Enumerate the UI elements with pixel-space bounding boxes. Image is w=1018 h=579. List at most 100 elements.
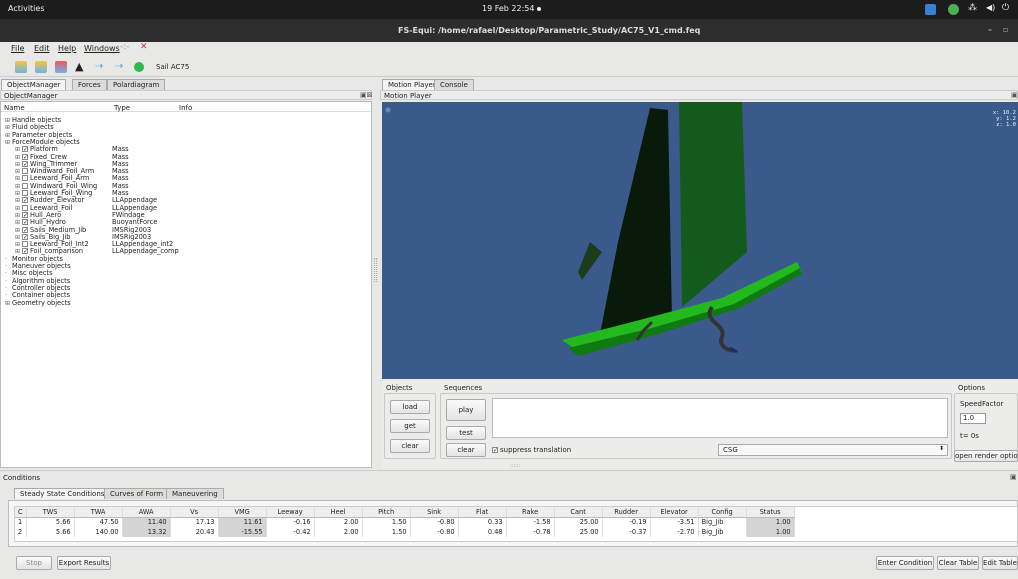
- table-cell[interactable]: -1.58: [506, 517, 555, 527]
- table-cell[interactable]: -0.78: [506, 527, 555, 537]
- tree-item-checkbox[interactable]: ✓: [22, 233, 28, 240]
- tab-polardiagram[interactable]: Polardiagram: [107, 79, 166, 90]
- table-cell[interactable]: 1.00: [746, 517, 795, 527]
- table-cell[interactable]: 5.66: [26, 527, 75, 537]
- table-cell[interactable]: -0.37: [602, 527, 651, 537]
- column-header[interactable]: TWS: [26, 507, 75, 518]
- column-header[interactable]: Leeway: [266, 507, 315, 518]
- reload-icon[interactable]: [55, 61, 67, 73]
- tab-forces[interactable]: Forces: [72, 79, 107, 90]
- table-cell[interactable]: -0.42: [266, 527, 315, 537]
- tree-item-checkbox[interactable]: [22, 241, 28, 248]
- clear-table-button[interactable]: Clear Table: [937, 556, 979, 570]
- column-header[interactable]: Sink: [410, 507, 459, 518]
- table-cell[interactable]: 47.50: [74, 517, 123, 527]
- table-row[interactable]: 2 5.66 140.00 13.32 20.43 -15.55 -0.42 2.00 1.50…: [15, 527, 795, 537]
- table-cell[interactable]: -0.16: [266, 517, 315, 527]
- column-header[interactable]: TWA: [74, 507, 123, 518]
- table-cell[interactable]: -0.80: [410, 527, 459, 537]
- column-header[interactable]: Config: [698, 507, 747, 518]
- table-cell[interactable]: 25.00: [554, 517, 603, 527]
- load-button[interactable]: load: [390, 400, 430, 414]
- minimize-icon[interactable]: –: [988, 25, 992, 34]
- open-render-options-button[interactable]: open render options: [954, 450, 1018, 462]
- tab-maneuvering[interactable]: Maneuvering: [166, 488, 224, 499]
- csg-dropdown[interactable]: CSG ⬍: [718, 444, 948, 456]
- column-header-name[interactable]: Name: [4, 104, 25, 112]
- table-cell[interactable]: 11.40: [122, 517, 171, 527]
- table-cell[interactable]: 2: [15, 527, 27, 537]
- tree-item-checkbox[interactable]: ✓: [22, 226, 28, 233]
- table-row[interactable]: 1 5.66 47.50 11.40 17.13 11.61 -0.16 2.00 1.50 -0…: [15, 517, 795, 527]
- sail-icon[interactable]: ▲: [75, 61, 87, 73]
- tree-item-checkbox[interactable]: ✓: [22, 197, 28, 204]
- activities-button[interactable]: Activities: [8, 4, 45, 13]
- 3d-viewport[interactable]: x: 10.2 y: 1.2 z: 1.0: [382, 102, 1018, 379]
- table-cell[interactable]: Big_Jib: [698, 527, 747, 537]
- table-cell[interactable]: 1: [15, 517, 27, 527]
- tree-item-checkbox[interactable]: [22, 182, 28, 189]
- tab-console[interactable]: Console: [434, 79, 474, 90]
- detach-icon[interactable]: -:-: [120, 42, 130, 52]
- stop-button[interactable]: Stop: [16, 556, 52, 570]
- maximize-icon[interactable]: ▫: [1003, 25, 1008, 34]
- table-cell[interactable]: 0.33: [458, 517, 507, 527]
- column-header[interactable]: Vs: [170, 507, 219, 518]
- clear-objects-button[interactable]: clear: [390, 439, 430, 453]
- table-cell[interactable]: 140.00: [74, 527, 123, 537]
- network-icon[interactable]: ⁂: [968, 3, 977, 13]
- edit-table-button[interactable]: Edit Table: [982, 556, 1018, 570]
- table-cell[interactable]: 2.00: [314, 517, 363, 527]
- table-cell[interactable]: 1.50: [362, 517, 411, 527]
- get-button[interactable]: get: [390, 419, 430, 433]
- splitter-handle[interactable]: [374, 258, 377, 282]
- arrow-icon[interactable]: ⇢: [95, 61, 107, 73]
- tree-item[interactable]: ⊞ Geometry objects: [5, 299, 345, 307]
- expand-icon[interactable]: ⊞: [5, 139, 12, 147]
- column-header-type[interactable]: Type: [114, 104, 130, 112]
- power-icon[interactable]: ⏻: [1002, 3, 1009, 13]
- app-tray-icon[interactable]: [925, 4, 936, 15]
- clock[interactable]: 19 Feb 22:54: [482, 4, 534, 13]
- column-header[interactable]: Flat: [458, 507, 507, 518]
- suppress-translation-checkbox[interactable]: ✓ suppress translation: [492, 446, 571, 454]
- table-cell[interactable]: 5.66: [26, 517, 75, 527]
- table-cell[interactable]: 1.50: [362, 527, 411, 537]
- table-cell[interactable]: 2.00: [314, 527, 363, 537]
- clear-sequences-button[interactable]: clear: [446, 443, 486, 457]
- tab-objectmanager[interactable]: ObjectManager: [1, 79, 67, 90]
- tree-item-checkbox[interactable]: [22, 168, 28, 175]
- dock-float-icon[interactable]: ▣: [1010, 473, 1017, 481]
- sequence-list[interactable]: [492, 398, 948, 438]
- play-button[interactable]: play: [446, 399, 486, 421]
- dock-float-icon[interactable]: ▣⊠: [360, 91, 372, 99]
- run-status-icon[interactable]: [134, 62, 144, 72]
- tree-item-checkbox[interactable]: ✓: [22, 153, 28, 160]
- column-header[interactable]: Status: [746, 507, 795, 518]
- menu-file[interactable]: File: [11, 44, 24, 53]
- table-cell[interactable]: 17.13: [170, 517, 219, 527]
- splitter-handle[interactable]: ::::::: [510, 463, 520, 469]
- open-file-icon[interactable]: [35, 61, 47, 73]
- export-results-button[interactable]: Export Results: [57, 556, 111, 570]
- volume-icon[interactable]: ◀): [986, 3, 995, 12]
- conditions-table[interactable]: C TWS TWA AWA Vs VMG Leeway Heel Pitch Sink Flat Ra…: [15, 507, 795, 537]
- table-cell[interactable]: 0.48: [458, 527, 507, 537]
- table-cell[interactable]: 11.61: [218, 517, 267, 527]
- table-cell[interactable]: -15.55: [218, 527, 267, 537]
- table-cell[interactable]: -0.19: [602, 517, 651, 527]
- table-cell[interactable]: Big_Jib: [698, 517, 747, 527]
- column-header[interactable]: VMG: [218, 507, 267, 518]
- column-header[interactable]: Rake: [506, 507, 555, 518]
- tree-item-checkbox[interactable]: [22, 175, 28, 182]
- column-header[interactable]: C: [15, 507, 27, 518]
- table-cell[interactable]: -0.80: [410, 517, 459, 527]
- tree-item-checkbox[interactable]: ✓: [22, 211, 28, 218]
- tab-motion-player[interactable]: Motion Player: [382, 79, 442, 90]
- status-tray-icon[interactable]: [948, 4, 959, 15]
- close-tab-icon[interactable]: ✕: [140, 42, 148, 52]
- tree-item-checkbox[interactable]: [22, 204, 28, 211]
- menu-help[interactable]: Help: [58, 44, 76, 53]
- column-header[interactable]: AWA: [122, 507, 171, 518]
- table-cell[interactable]: -3.51: [650, 517, 699, 527]
